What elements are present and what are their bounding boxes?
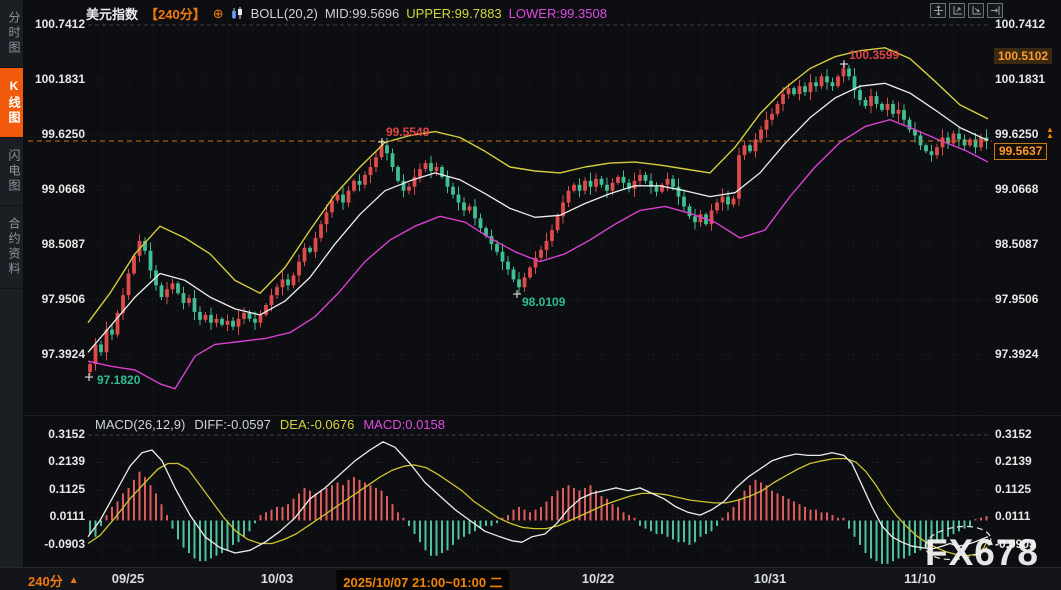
boll-lower-value: LOWER:99.3508: [509, 6, 607, 21]
macd-macd-value: MACD:0.0158: [363, 417, 445, 432]
axis-label: 99.0668: [42, 182, 85, 196]
axis-label: 0.0111: [50, 509, 85, 523]
axis-label: 0.2139: [48, 454, 85, 468]
axis-label: 0.1125: [995, 482, 1031, 496]
boll-label: BOLL(20,2): [251, 6, 318, 21]
dropdown-arrow-icon: ▲: [69, 575, 79, 586]
period-label[interactable]: 【240分】: [145, 4, 206, 23]
axis-pan-icon[interactable]: [968, 3, 984, 18]
scroll-to-latest-button[interactable]: ▲ ▲: [1046, 127, 1054, 139]
price-extreme-label: 100.3599: [849, 48, 899, 62]
axis-label: 0.2139: [995, 454, 1032, 468]
axis-label: 100.7412: [35, 17, 85, 31]
date-tick: 09/25: [112, 571, 145, 586]
axis-label: -0.0903: [44, 537, 85, 551]
boll-upper-value: UPPER:99.7883: [406, 6, 501, 21]
price-axis-right: 100.7412 100.1831 99.6250 99.0668 98.5087 97.…: [995, 0, 1059, 590]
macd-dea-value: DEA:-0.0676: [280, 417, 354, 432]
price-extreme-label: 99.5549: [386, 125, 429, 139]
chart-plot-area[interactable]: [88, 15, 990, 565]
candlestick-mini-icon: [231, 7, 244, 20]
axis-label: 98.5087: [42, 237, 85, 251]
axis-label: 99.6250: [995, 127, 1038, 141]
chart-header: 美元指数 【240分】 ⊕ BOLL(20,2) MID:99.5696 UPP…: [86, 4, 607, 23]
axis-label: 0.3152: [995, 427, 1032, 441]
band-high-badge: 100.5102: [994, 48, 1052, 64]
axis-label: 100.1831: [995, 72, 1045, 86]
sidebar-item-time-chart[interactable]: 分时图: [0, 0, 23, 68]
boll-mid-value: MID:99.5696: [325, 6, 399, 21]
date-tick: 10/22: [582, 571, 615, 586]
sidebar: 分时图K线图闪电图合约资料: [0, 0, 24, 590]
date-tick: 10/31: [754, 571, 787, 586]
date-tick: 10/03: [261, 571, 294, 586]
axis-label: 99.6250: [42, 127, 85, 141]
add-indicator-icon[interactable]: ⊕: [213, 6, 224, 22]
last-price-badge: 99.5637: [994, 143, 1047, 160]
axis-label: 99.0668: [995, 182, 1038, 196]
axis-label: 0.1125: [49, 482, 85, 496]
time-axis-bar: 240分 ▲ 2025/10/07 21:00~01:00 二 09/25 10/…: [0, 567, 1061, 590]
axis-label: 100.7412: [995, 17, 1045, 31]
axis-label: 97.3924: [995, 347, 1038, 361]
axis-label: 97.3924: [42, 347, 85, 361]
price-axis-left: 100.7412 100.1831 99.6250 99.0668 98.5087 97.…: [24, 0, 85, 590]
axis-label: 0.0111: [995, 509, 1030, 523]
up-arrow-icon-2: ▲: [1046, 133, 1054, 139]
watermark: FX678: [925, 532, 1039, 574]
price-extreme-label: 98.0109: [522, 295, 565, 309]
sidebar-item-candle-chart[interactable]: K线图: [0, 68, 23, 138]
symbol-name: 美元指数: [86, 4, 138, 23]
jump-latest-icon[interactable]: [987, 3, 1003, 18]
cursor-date-badge: 2025/10/07 21:00~01:00 二: [335, 569, 510, 590]
axis-zoom-icon[interactable]: [949, 3, 965, 18]
app-root: 分时图K线图闪电图合约资料 美元指数 【240分】 ⊕ BOLL(20,2) M…: [0, 0, 1061, 590]
macd-header: MACD(26,12,9) DIFF:-0.0597 DEA:-0.0676 M…: [95, 417, 445, 432]
axis-label: 97.9506: [995, 292, 1038, 306]
macd-name: MACD(26,12,9): [95, 417, 185, 432]
move-tool-icon[interactable]: [930, 3, 946, 18]
price-extreme-label: 97.1820: [97, 373, 140, 387]
period-selector-label: 240分: [28, 571, 63, 590]
axis-label: 0.3152: [48, 427, 85, 441]
sidebar-item-contract-info[interactable]: 合约资料: [0, 206, 23, 289]
axis-label: 98.5087: [995, 237, 1038, 251]
chart-toolbar: [930, 3, 1003, 18]
axis-label: 100.1831: [35, 72, 85, 86]
macd-diff-value: DIFF:-0.0597: [194, 417, 271, 432]
axis-label: 97.9506: [42, 292, 85, 306]
period-selector[interactable]: 240分 ▲: [28, 571, 79, 590]
sidebar-item-flash-chart[interactable]: 闪电图: [0, 138, 23, 206]
